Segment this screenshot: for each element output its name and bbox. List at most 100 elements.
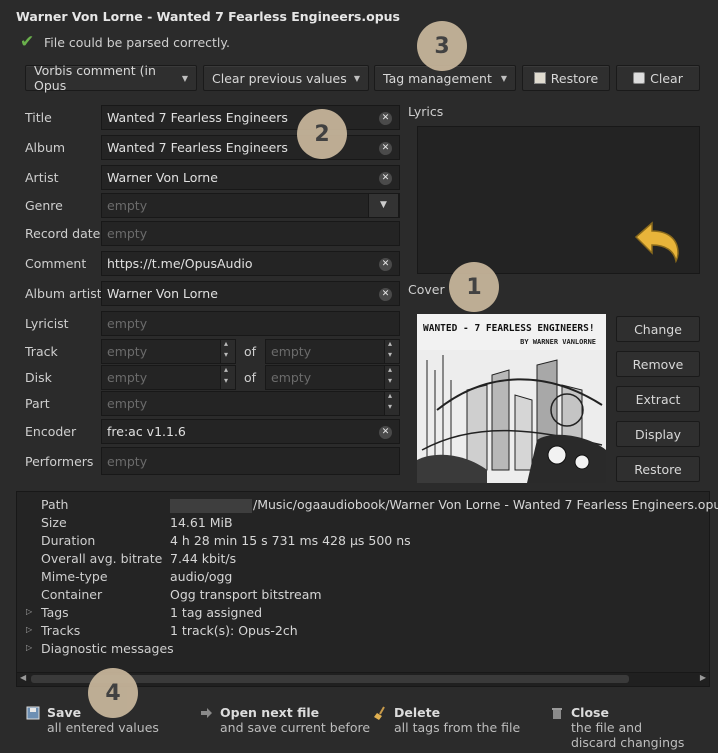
track-total-placeholder: empty (271, 344, 312, 359)
info-key: Overall avg. bitrate (41, 551, 163, 566)
info-row-container[interactable]: Container Ogg transport bitstream (17, 587, 709, 605)
annotation-badge-3: 3 (417, 21, 467, 71)
extract-cover-button[interactable]: Extract (616, 386, 700, 412)
close-title: Close (571, 705, 609, 720)
track-total-spinbox[interactable]: empty (265, 339, 400, 364)
delete-subtitle: all tags from the file (394, 720, 521, 735)
info-row-bitrate[interactable]: Overall avg. bitrate 7.44 kbit/s (17, 551, 709, 569)
part-label: Part (25, 396, 50, 411)
tag-management-label: Tag management (383, 70, 492, 86)
lyrics-panel[interactable] (417, 126, 700, 274)
performers-field[interactable]: empty (101, 447, 400, 475)
lyricist-field[interactable]: empty (101, 311, 400, 336)
parse-status: ✔ File could be parsed correctly. (20, 32, 230, 52)
save-subtitle: all entered values (47, 720, 159, 735)
info-row-size[interactable]: Size 14.61 MiB (17, 515, 709, 533)
info-value: 14.61 MiB (170, 515, 233, 530)
track-placeholder: empty (107, 344, 148, 359)
expand-triangle-icon[interactable]: ▷ (26, 607, 32, 616)
clear-icon (633, 72, 646, 84)
title-field[interactable]: Wanted 7 Fearless Engineers ✕ (101, 105, 400, 130)
info-value: 4 h 28 min 15 s 731 ms 428 µs 500 ns (170, 533, 411, 548)
clear-previous-values-button[interactable]: Clear previous values ▼ (203, 65, 369, 91)
scroll-left-icon[interactable]: ◀ (20, 673, 26, 682)
disk-label: Disk (25, 370, 52, 385)
artist-label: Artist (25, 170, 59, 185)
redacted-path-prefix (170, 498, 252, 513)
display-cover-button[interactable]: Display (616, 421, 700, 447)
stepper-arrows-icon[interactable] (384, 339, 399, 363)
performers-placeholder: empty (107, 453, 148, 469)
clear-field-icon[interactable]: ✕ (379, 426, 392, 439)
clear-button[interactable]: Clear (616, 65, 700, 91)
file-info-tree[interactable]: Path /Music/ogaaudiobook/Warner Von Lorn… (16, 491, 718, 687)
part-spinbox[interactable]: empty (101, 391, 400, 416)
open-next-title: Open next file (220, 705, 320, 720)
record-date-label: Record date (25, 226, 101, 241)
artist-field[interactable]: Warner Von Lorne ✕ (101, 165, 400, 190)
clear-field-icon[interactable]: ✕ (379, 172, 392, 185)
info-row-path[interactable]: Path /Music/ogaaudiobook/Warner Von Lorn… (17, 497, 718, 515)
cover-art-illustration (417, 350, 606, 483)
save-button[interactable]: Save all entered values (26, 705, 159, 735)
stepper-arrows-icon[interactable] (384, 365, 399, 389)
info-key: Duration (41, 533, 96, 548)
part-placeholder: empty (107, 396, 148, 411)
record-date-field[interactable]: empty (101, 221, 400, 246)
info-row-tracks[interactable]: ▷ Tracks 1 track(s): Opus-2ch (17, 623, 709, 641)
delete-tags-button[interactable]: Delete all tags from the file (373, 705, 520, 735)
genre-combobox[interactable]: empty ▼ (101, 193, 400, 218)
disk-number-spinbox[interactable]: empty (101, 365, 236, 390)
album-value: Wanted 7 Fearless Engineers (107, 140, 288, 155)
comment-field[interactable]: https://t.me/OpusAudio ✕ (101, 251, 400, 276)
clear-field-icon[interactable]: ✕ (379, 112, 392, 125)
info-key: Container (41, 587, 103, 602)
clear-label: Clear (650, 70, 683, 86)
tag-format-select[interactable]: Vorbis comment (in Opus ▼ (25, 63, 197, 93)
close-subtitle: the file and discard changings (571, 720, 685, 750)
info-value: 7.44 kbit/s (170, 551, 237, 566)
annotation-badge-1: 1 (449, 262, 499, 312)
broom-icon (374, 706, 385, 720)
stepper-arrows-icon[interactable] (384, 391, 399, 415)
restore-cover-button[interactable]: Restore (616, 456, 700, 482)
clear-field-icon[interactable]: ✕ (379, 258, 392, 271)
chevron-down-icon[interactable]: ▼ (368, 193, 399, 218)
record-date-placeholder: empty (107, 226, 148, 241)
chevron-down-icon: ▼ (500, 73, 507, 83)
info-key: Diagnostic messages (41, 641, 174, 656)
open-next-file-button[interactable]: Open next file and save current before (199, 705, 370, 735)
lyricist-label: Lyricist (25, 316, 69, 331)
info-row-tags[interactable]: ▷ Tags 1 tag assigned (17, 605, 709, 623)
album-artist-value: Warner Von Lorne (107, 286, 218, 301)
album-artist-field[interactable]: Warner Von Lorne ✕ (101, 281, 400, 306)
encoder-field[interactable]: fre:ac v1.1.6 ✕ (101, 419, 400, 444)
track-number-spinbox[interactable]: empty (101, 339, 236, 364)
artist-value: Warner Von Lorne (107, 170, 218, 185)
scroll-right-icon[interactable]: ▶ (700, 673, 706, 682)
clear-field-icon[interactable]: ✕ (379, 288, 392, 301)
clear-previous-label: Clear previous values (212, 70, 347, 86)
disk-total-spinbox[interactable]: empty (265, 365, 400, 390)
save-icon (26, 706, 40, 720)
chevron-down-icon: ▼ (353, 73, 360, 83)
stepper-arrows-icon[interactable] (220, 365, 235, 389)
info-row-mime-type[interactable]: Mime-type audio/ogg (17, 569, 709, 587)
open-next-subtitle: and save current before (220, 720, 371, 735)
album-field[interactable]: Wanted 7 Fearless Engineers ✕ (101, 135, 400, 160)
title-value: Wanted 7 Fearless Engineers (107, 110, 288, 125)
window-title: Warner Von Lorne - Wanted 7 Fearless Eng… (16, 9, 400, 24)
stepper-arrows-icon[interactable] (220, 339, 235, 363)
close-file-button[interactable]: Close the file and discard changings (550, 705, 686, 750)
track-label: Track (25, 344, 58, 359)
expand-triangle-icon[interactable]: ▷ (26, 625, 32, 634)
undo-arrow-icon[interactable] (632, 219, 684, 263)
info-row-duration[interactable]: Duration 4 h 28 min 15 s 731 ms 428 µs 5… (17, 533, 709, 551)
change-cover-button[interactable]: Change (616, 316, 700, 342)
restore-button[interactable]: Restore (522, 65, 610, 91)
info-key: Mime-type (41, 569, 108, 584)
expand-triangle-icon[interactable]: ▷ (26, 643, 32, 652)
remove-cover-button[interactable]: Remove (616, 351, 700, 377)
clear-field-icon[interactable]: ✕ (379, 142, 392, 155)
info-row-diagnostic-messages[interactable]: ▷ Diagnostic messages (17, 641, 709, 659)
